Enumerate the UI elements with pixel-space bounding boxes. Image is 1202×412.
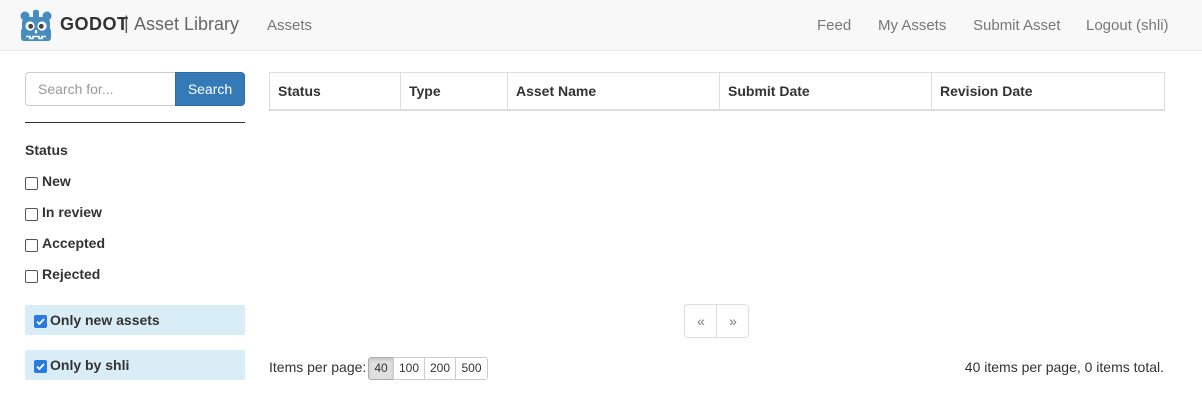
items-per-page-200-button[interactable]: 200 (424, 357, 456, 380)
toggle-only-new-assets[interactable]: Only new assets (25, 305, 245, 335)
nav-link-assets[interactable]: Assets (267, 17, 312, 34)
assets-table: Status Type Asset Name Submit Date Revis… (269, 72, 1165, 111)
toggle-only-by-user[interactable]: Only by shli (25, 350, 245, 380)
search-input[interactable] (25, 72, 176, 106)
godot-robot-logo-icon[interactable] (18, 8, 54, 44)
column-header-asset-name[interactable]: Asset Name (507, 73, 719, 110)
toggle-label: Only by shli (50, 357, 130, 373)
column-header-revision-date[interactable]: Revision Date (931, 73, 1164, 110)
items-per-page-label: Items per page: (269, 359, 367, 375)
checkbox-checked-icon[interactable] (34, 315, 47, 328)
items-total-summary: 40 items per page, 0 items total. (964, 359, 1164, 375)
nav-link-logout[interactable]: Logout (shli) (1086, 17, 1169, 34)
nav-link-submit-asset[interactable]: Submit Asset (973, 17, 1061, 34)
column-header-type[interactable]: Type (400, 73, 507, 110)
column-header-status[interactable]: Status (270, 73, 400, 110)
pagination-prev-button[interactable]: « (685, 305, 717, 337)
items-per-page-100-button[interactable]: 100 (393, 357, 425, 380)
brand-subtitle[interactable]: Asset Library (134, 14, 239, 35)
status-filter-label: In review (42, 204, 102, 220)
brand-name[interactable]: GODOT (60, 14, 129, 35)
pagination-next-button[interactable]: » (717, 305, 749, 337)
nav-link-my-assets[interactable]: My Assets (878, 17, 946, 34)
search-button[interactable]: Search (175, 72, 245, 106)
checkbox-unchecked-icon[interactable] (25, 239, 38, 252)
top-navbar: GODOT | Asset Library Assets Feed My Ass… (0, 0, 1202, 51)
nav-link-feed[interactable]: Feed (817, 17, 851, 34)
status-filter-heading: Status (25, 142, 68, 158)
filter-divider (25, 122, 245, 123)
column-header-submit-date[interactable]: Submit Date (719, 73, 931, 110)
pagination: « » (684, 304, 749, 338)
status-filter-label: Rejected (42, 266, 101, 282)
checkbox-checked-icon[interactable] (34, 360, 47, 373)
checkbox-unchecked-icon[interactable] (25, 208, 38, 221)
status-filter-label: New (42, 173, 71, 189)
items-per-page-500-button[interactable]: 500 (455, 357, 488, 380)
checkbox-unchecked-icon[interactable] (25, 270, 38, 283)
checkbox-unchecked-icon[interactable] (25, 177, 38, 190)
toggle-label: Only new assets (50, 312, 160, 328)
items-per-page-40-button[interactable]: 40 (368, 357, 394, 380)
brand-separator: | (124, 13, 129, 33)
status-filter-label: Accepted (42, 235, 106, 251)
